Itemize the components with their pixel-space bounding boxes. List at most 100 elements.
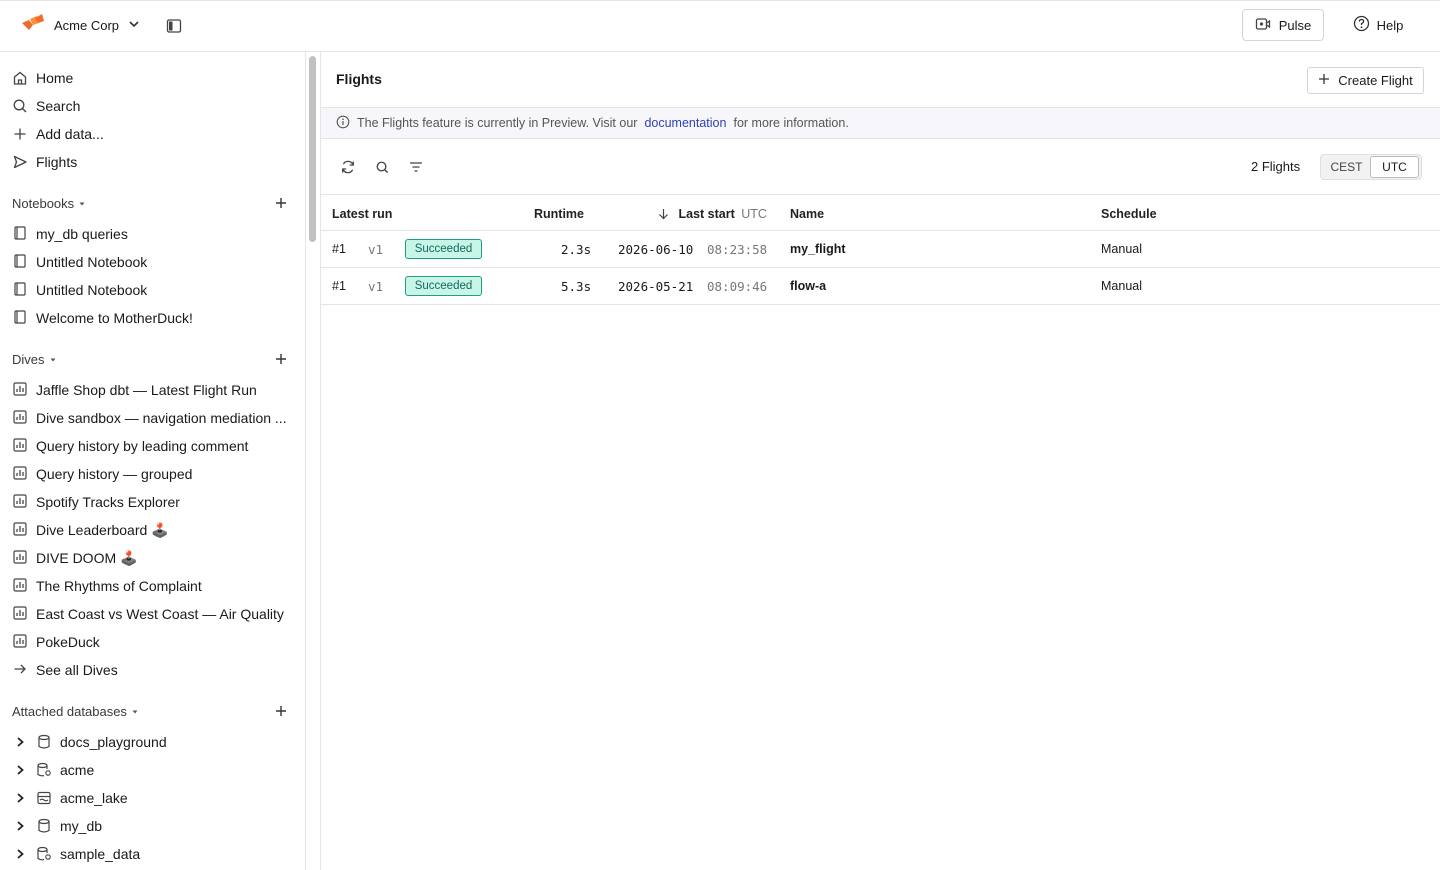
- help-button[interactable]: Help: [1342, 9, 1414, 41]
- dive-item[interactable]: Query history — grouped: [12, 463, 192, 485]
- run-version: v1: [368, 279, 384, 294]
- nav-home-label: Home: [36, 70, 74, 86]
- table-toolbar: 2 Flights CEST UTC: [321, 139, 1440, 195]
- chevron-down-icon: [127, 17, 141, 34]
- chevron-right-icon[interactable]: [12, 820, 28, 832]
- database-item[interactable]: acme: [12, 759, 94, 781]
- nav-flights-label: Flights: [36, 154, 78, 170]
- chart-icon: [12, 381, 28, 400]
- timezone-toggle: CEST UTC: [1320, 154, 1422, 180]
- dive-item[interactable]: Query history by leading comment: [12, 435, 248, 457]
- chart-icon: [12, 633, 28, 652]
- search-icon[interactable]: [373, 158, 391, 176]
- org-switcher[interactable]: Acme Corp: [20, 13, 141, 37]
- dive-label: PokeDuck: [36, 634, 100, 650]
- dive-label: DIVE DOOM 🕹️: [36, 549, 138, 566]
- sidebar-scrollbar[interactable]: [309, 56, 316, 242]
- pulse-button[interactable]: Pulse: [1242, 9, 1324, 41]
- create-flight-button[interactable]: Create Flight: [1307, 67, 1424, 94]
- database-name: sample_data: [60, 846, 141, 862]
- dive-item[interactable]: PokeDuck: [12, 631, 100, 653]
- nav-flights[interactable]: Flights: [12, 151, 77, 173]
- notebook-icon: [12, 225, 28, 244]
- documentation-link[interactable]: documentation: [644, 116, 726, 130]
- dive-label: East Coast vs West Coast — Air Quality: [36, 606, 284, 622]
- run-number: #1: [332, 279, 346, 293]
- help-label: Help: [1376, 17, 1404, 33]
- dive-item[interactable]: Dive Leaderboard 🕹️: [12, 519, 169, 541]
- notebook-item[interactable]: Untitled Notebook: [12, 279, 147, 301]
- pulse-label: Pulse: [1278, 17, 1312, 33]
- flight-name[interactable]: my_flight: [790, 242, 846, 256]
- table-row[interactable]: #1 v1 Succeeded 2.3s 2026-06-10 08:23:58…: [321, 231, 1440, 268]
- caret-down-icon: [78, 196, 86, 211]
- col-last-start[interactable]: Last start UTC: [658, 207, 767, 221]
- dive-item[interactable]: East Coast vs West Coast — Air Quality: [12, 603, 284, 625]
- col-name[interactable]: Name: [790, 207, 824, 221]
- nav-add-data[interactable]: Add data...: [12, 123, 104, 145]
- chart-icon: [12, 521, 28, 540]
- home-icon: [12, 70, 28, 86]
- see-all-dives-link[interactable]: See all Dives: [12, 659, 118, 681]
- col-schedule[interactable]: Schedule: [1101, 207, 1157, 221]
- notebooks-section-title: Notebooks: [12, 195, 75, 211]
- dive-item[interactable]: Dive sandbox — navigation mediation ...: [12, 407, 287, 429]
- nav-home[interactable]: Home: [12, 67, 73, 89]
- filter-icon[interactable]: [407, 158, 425, 176]
- shared-database-icon: [36, 846, 52, 862]
- dive-label: Dive Leaderboard 🕹️: [36, 521, 169, 538]
- database-item[interactable]: docs_playground: [12, 731, 167, 753]
- database-item[interactable]: sample_data: [12, 843, 140, 865]
- notebook-label: Untitled Notebook: [36, 254, 148, 270]
- plus-icon: [1318, 73, 1330, 88]
- dive-label: Jaffle Shop dbt — Latest Flight Run: [36, 382, 257, 398]
- plus-icon: [276, 198, 286, 208]
- pulse-icon: [1255, 16, 1271, 35]
- nav-search[interactable]: Search: [12, 95, 80, 117]
- database-item[interactable]: acme_lake: [12, 787, 128, 809]
- start-time: 08:09:46: [707, 279, 768, 294]
- refresh-icon[interactable]: [339, 158, 357, 176]
- database-name: acme: [60, 762, 95, 778]
- tz-option-utc[interactable]: UTC: [1370, 156, 1419, 178]
- banner-text-after: for more information.: [733, 116, 849, 130]
- dive-item[interactable]: Jaffle Shop dbt — Latest Flight Run: [12, 379, 257, 401]
- chevron-right-icon[interactable]: [12, 736, 28, 748]
- chevron-right-icon[interactable]: [12, 848, 28, 860]
- run-number: #1: [332, 242, 346, 256]
- arrow-right-icon: [12, 661, 28, 680]
- dive-item[interactable]: The Rhythms of Complaint: [12, 575, 202, 597]
- flight-name[interactable]: flow-a: [790, 279, 826, 293]
- chevron-right-icon[interactable]: [12, 764, 28, 776]
- dive-item[interactable]: Spotify Tracks Explorer: [12, 491, 180, 513]
- chart-icon: [12, 605, 28, 624]
- page-header: Flights Create Flight: [321, 52, 1440, 108]
- col-runtime[interactable]: Runtime: [534, 207, 584, 221]
- notebooks-section-toggle[interactable]: Notebooks: [12, 194, 86, 212]
- see-all-dives-label: See all Dives: [36, 662, 118, 678]
- database-icon: [36, 734, 52, 750]
- notebook-item[interactable]: Welcome to MotherDuck!: [12, 307, 193, 329]
- notebook-label: Welcome to MotherDuck!: [36, 310, 193, 326]
- nav-search-label: Search: [36, 98, 81, 114]
- dives-section-toggle[interactable]: Dives: [12, 350, 57, 368]
- schedule-value: Manual: [1101, 242, 1142, 256]
- attach-database-button[interactable]: [272, 702, 290, 720]
- dive-item[interactable]: DIVE DOOM 🕹️: [12, 547, 137, 569]
- database-item[interactable]: my_db: [12, 815, 102, 837]
- flight-count: 2 Flights: [1251, 159, 1301, 174]
- add-notebook-button[interactable]: [272, 194, 290, 212]
- sidebar-toggle-icon[interactable]: [163, 15, 185, 37]
- tz-option-cest[interactable]: CEST: [1323, 156, 1370, 178]
- table-row[interactable]: #1 v1 Succeeded 5.3s 2026-05-21 08:09:46…: [321, 268, 1440, 305]
- notebook-item[interactable]: Untitled Notebook: [12, 251, 147, 273]
- col-latest-run[interactable]: Latest run: [332, 207, 392, 221]
- databases-section-toggle[interactable]: Attached databases: [12, 702, 139, 720]
- notebook-item[interactable]: my_db queries: [12, 223, 128, 245]
- start-time: 08:23:58: [707, 242, 768, 257]
- top-bar: Acme Corp Pulse Help: [0, 0, 1440, 52]
- add-dive-button[interactable]: [272, 350, 290, 368]
- chevron-right-icon[interactable]: [12, 792, 28, 804]
- nav-add-data-label: Add data...: [36, 126, 104, 142]
- dive-label: Query history — grouped: [36, 466, 193, 482]
